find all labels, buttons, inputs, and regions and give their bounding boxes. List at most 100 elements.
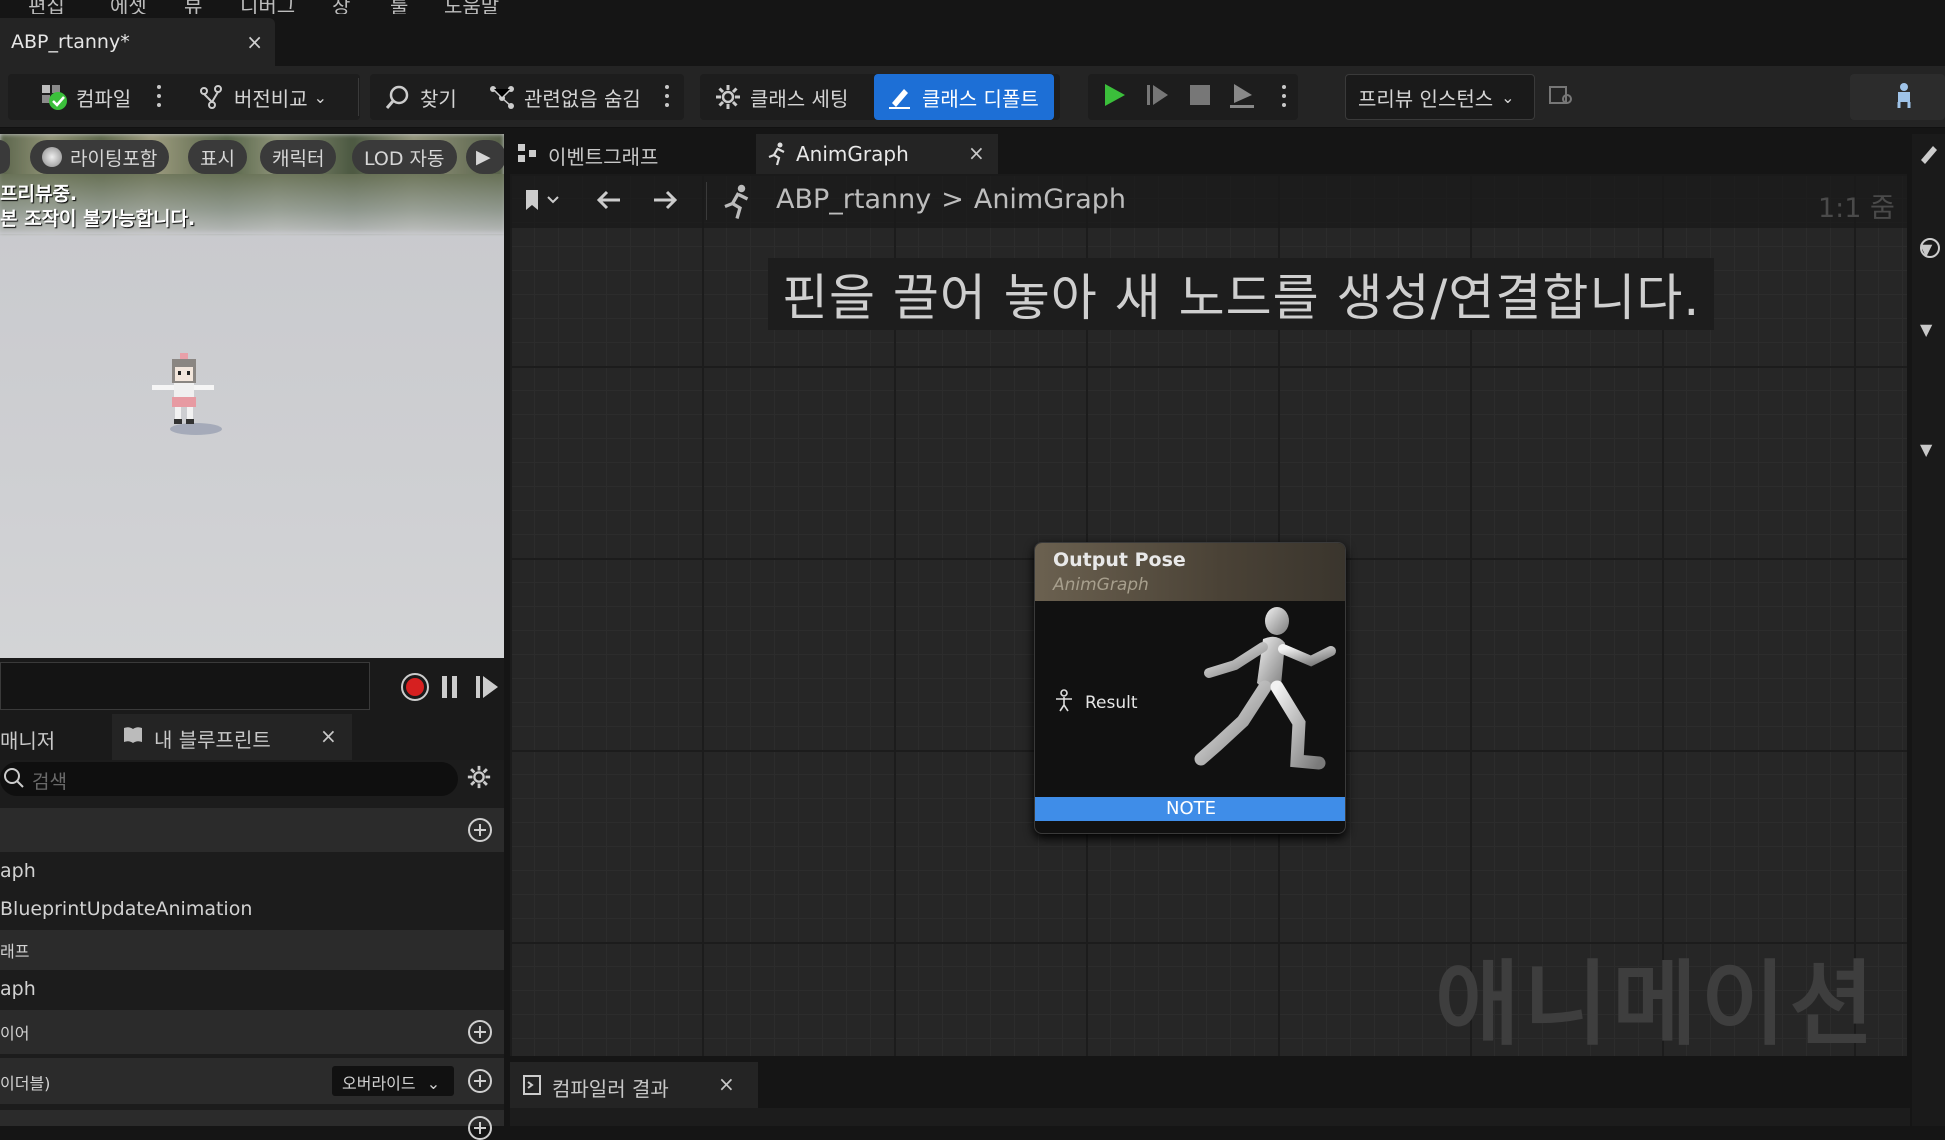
pause-button[interactable]	[440, 674, 460, 704]
add-override-icon[interactable]	[468, 1069, 492, 1093]
bookmark-icon[interactable]	[522, 188, 562, 216]
section-header-next[interactable]	[0, 1110, 504, 1140]
pose-pin-icon[interactable]	[1053, 689, 1075, 717]
viewport-more-button[interactable]: ▶	[466, 140, 504, 174]
tab-event-graph[interactable]: 이벤트그래프	[516, 138, 658, 172]
add-graph-icon[interactable]	[468, 818, 492, 842]
find-label: 찾기	[420, 86, 457, 111]
diff-button[interactable]: 버전비교 ⌄	[198, 74, 327, 120]
menu-help[interactable]: 도움말	[444, 0, 499, 14]
step-button[interactable]	[1144, 74, 1172, 120]
show-toggle[interactable]: 표시	[188, 140, 247, 174]
class-defaults-button[interactable]: 클래스 디폴트	[874, 74, 1054, 120]
override-chevron-down-icon: ⌄	[426, 1074, 441, 1093]
skeleton-person-icon	[1890, 81, 1918, 114]
stop-icon	[1186, 81, 1214, 114]
preview-instance-selector[interactable]: 프리뷰 인스턴스 ⌄	[1358, 74, 1515, 120]
lighting-toggle[interactable]: 라이팅포함	[30, 140, 170, 174]
list-item[interactable]: aph	[0, 856, 504, 890]
section-header-overridable[interactable]: 이더블) 오버라이드 ⌄	[0, 1058, 504, 1104]
compile-button[interactable]: 컴파일	[40, 74, 131, 120]
panel-settings-gear-icon[interactable]	[466, 764, 492, 794]
details-collapse-arrow-icon[interactable]: ▼	[1920, 320, 1932, 339]
tab-my-blueprint[interactable]: 내 블루프린트 ×	[112, 714, 352, 760]
tab-compiler-results-label: 컴파일러 결과	[552, 1077, 669, 1101]
hide-unrelated-button[interactable]: 관련없음 숨김	[488, 74, 641, 120]
compile-options-icon[interactable]	[157, 85, 161, 109]
add-layer-icon[interactable]	[468, 1020, 492, 1044]
lod-label: LOD 자동	[364, 147, 445, 170]
viewport-message: 프리뷰중. 본 조작이 불가능합니다.	[0, 182, 195, 232]
forward-arrow-icon[interactable]	[650, 188, 680, 216]
list-item[interactable]: aph	[0, 974, 504, 1008]
record-button[interactable]	[400, 672, 430, 706]
find-options-icon[interactable]	[665, 85, 669, 109]
tab-anim-graph-close-icon[interactable]: ×	[968, 141, 985, 165]
compile-label: 컴파일	[76, 86, 132, 111]
tab-manager[interactable]: 매니저	[0, 725, 55, 754]
stop-button[interactable]	[1186, 74, 1214, 120]
section-header-label: 이더블)	[0, 1074, 51, 1093]
class-settings-label: 클래스 세팅	[750, 86, 849, 111]
details-edit-icon[interactable]	[1917, 142, 1941, 170]
document-tab[interactable]: ABP_rtanny* ×	[0, 18, 275, 66]
hide-unrelated-label: 관련없음 숨김	[524, 86, 641, 111]
menu-debug[interactable]: 디버그	[240, 0, 295, 14]
add-next-icon[interactable]	[468, 1116, 492, 1140]
menu-asset[interactable]: 에셋	[110, 0, 147, 14]
zoom-level: 1:1 줌	[1818, 193, 1895, 224]
browse-debug-button[interactable]	[1548, 74, 1574, 120]
class-settings-button[interactable]: 클래스 세팅	[714, 74, 848, 120]
playback-bar	[0, 658, 504, 714]
override-dropdown[interactable]: 오버라이드 ⌄	[332, 1066, 454, 1096]
breadcrumb-asset[interactable]: ABP_rtanny	[776, 184, 931, 215]
eject-button[interactable]	[1228, 74, 1256, 120]
node-pin-label: Result	[1085, 693, 1138, 713]
preview-viewport[interactable]: 라이팅포함 표시 캐릭터 LOD 자동 ▶ 프리뷰중. 본 조작이 불가능합니다…	[0, 134, 504, 658]
section-header-anim-graphs[interactable]: 래프	[0, 930, 504, 970]
section-header-layers[interactable]: 이어	[0, 1010, 504, 1054]
list-item[interactable]: BlueprintUpdateAnimation	[0, 894, 504, 928]
list-item-label: aph	[0, 978, 36, 1000]
document-tab-close-icon[interactable]: ×	[246, 30, 263, 54]
persona-icon-wrap	[1890, 74, 1918, 120]
back-arrow-icon[interactable]	[594, 188, 624, 216]
timeline-field[interactable]	[0, 662, 370, 710]
step-forward-button[interactable]	[474, 674, 500, 704]
menu-view[interactable]: 뷰	[184, 0, 202, 14]
character-toggle[interactable]: 캐릭터	[260, 140, 337, 174]
pencil-edit-icon	[886, 83, 914, 111]
tab-compiler-results-close-icon[interactable]: ×	[718, 1072, 735, 1096]
details-collapse-arrow-icon[interactable]: ▼	[1920, 440, 1932, 459]
tab-anim-graph[interactable]: AnimGraph ×	[756, 134, 998, 174]
character-label: 캐릭터	[272, 147, 325, 170]
compiler-results-icon	[522, 1074, 542, 1100]
node-note-bar[interactable]: NOTE	[1035, 797, 1345, 821]
play-button[interactable]	[1100, 74, 1128, 120]
lod-toggle[interactable]: LOD 자동	[352, 140, 457, 174]
output-pose-node[interactable]: Output Pose AnimGraph Result NOTE	[1034, 542, 1346, 834]
list-item-label: BlueprintUpdateAnimation	[0, 898, 253, 920]
section-header-label: 래프	[0, 942, 30, 961]
menu-window[interactable]: 창	[332, 0, 350, 14]
breadcrumb-graph[interactable]: AnimGraph	[974, 184, 1126, 215]
preview-chevron-down-icon: ⌄	[1501, 87, 1515, 107]
mannequin-running-icon	[1181, 603, 1341, 799]
play-options-icon[interactable]	[1282, 85, 1286, 109]
menu-edit[interactable]: 편집	[28, 0, 65, 14]
find-button[interactable]: 찾기	[384, 74, 457, 120]
search-input[interactable]: 검색	[0, 762, 458, 796]
node-header: Output Pose AnimGraph	[1035, 543, 1345, 601]
menu-tools[interactable]: 툴	[390, 0, 408, 14]
section-header-graphs[interactable]	[0, 808, 504, 852]
tab-my-blueprint-close-icon[interactable]: ×	[320, 724, 337, 748]
tab-event-graph-label: 이벤트그래프	[548, 144, 659, 169]
class-defaults-label: 클래스 디폴트	[922, 86, 1039, 111]
breadcrumb: ABP_rtanny > AnimGraph	[776, 184, 1126, 215]
graph-tab-bar: 이벤트그래프 AnimGraph ×	[510, 134, 1910, 174]
breadcrumb-divider	[706, 182, 707, 220]
node-title: Output Pose	[1053, 549, 1186, 571]
pause-icon	[442, 676, 457, 698]
details-collapse-arrow-icon[interactable]: ▼	[1920, 240, 1932, 259]
tab-compiler-results[interactable]: 컴파일러 결과 ×	[510, 1062, 758, 1108]
